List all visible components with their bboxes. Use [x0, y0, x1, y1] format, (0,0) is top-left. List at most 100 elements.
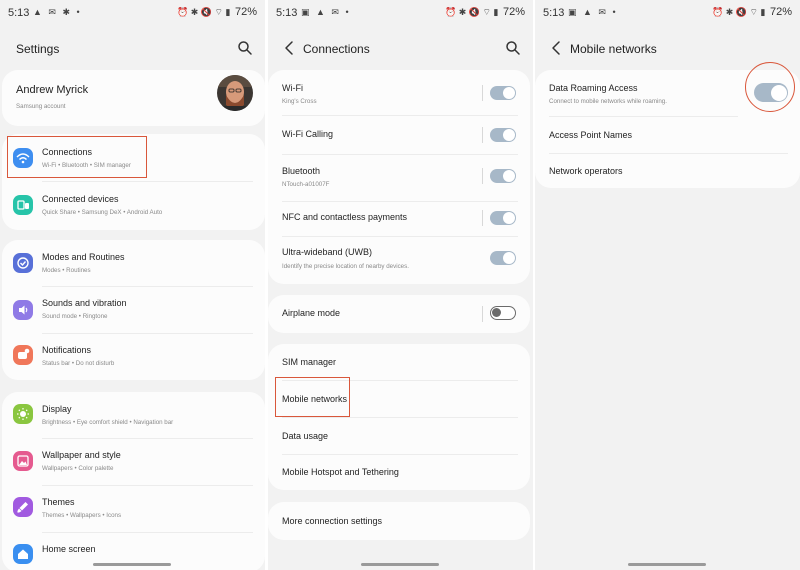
- settings-item-notifications[interactable]: Notifications Status bar • Do not distur…: [2, 334, 265, 380]
- profile-name: Andrew Myrick: [16, 84, 89, 96]
- battery-percent: 72%: [234, 6, 257, 18]
- separator: [482, 85, 483, 101]
- bluetooth-row[interactable]: Bluetooth NTouch-a01007F: [268, 155, 530, 201]
- wifi-row[interactable]: Wi-Fi King's Cross: [268, 70, 530, 116]
- settings-item-modes[interactable]: Modes and Routines Modes • Routines: [2, 240, 265, 286]
- item-label: Themes: [42, 497, 75, 507]
- notification-icons: ▣ ▲ ✉ •: [568, 7, 618, 17]
- card-networks: SIM manager Mobile networks Data usage M…: [268, 344, 530, 490]
- network-operators-row[interactable]: Network operators: [535, 154, 800, 188]
- item-label: More connection settings: [282, 516, 383, 526]
- item-sub: Sound mode • Ringtone: [42, 313, 108, 320]
- settings-item-connected-devices[interactable]: Connected devices Quick Share • Samsung …: [2, 182, 265, 230]
- item-label: Network operators: [549, 166, 623, 176]
- search-icon[interactable]: [505, 40, 521, 56]
- data-usage-row[interactable]: Data usage: [268, 418, 530, 454]
- mobile-networks-screen: 5:13 ▣ ▲ ✉ • ⏰ ✱ 🔇 ⌔ ▮ 72% Mobile networ…: [535, 0, 800, 570]
- item-label: Bluetooth: [282, 166, 321, 176]
- notification-icons: ▲ ✉ ✱ •: [33, 7, 82, 17]
- devices-icon: [13, 195, 33, 215]
- highlight-box: [7, 136, 147, 178]
- item-label: NFC and contactless payments: [282, 212, 408, 222]
- image-icon: [13, 451, 33, 471]
- page-title: Mobile networks: [570, 42, 657, 56]
- airplane-toggle[interactable]: [490, 306, 516, 320]
- bluetooth-toggle[interactable]: [490, 169, 516, 183]
- page-title: Connections: [303, 42, 370, 56]
- item-sub: Brightness • Eye comfort shield • Naviga…: [42, 419, 174, 426]
- gesture-bar[interactable]: [361, 563, 439, 566]
- item-label: Wallpaper and style: [42, 450, 121, 460]
- status-time: 5:13: [8, 7, 30, 19]
- status-bar: 5:13 ▣ ▲ ✉ • ⏰ ✱ 🔇 ⌔ ▮ 72%: [535, 0, 800, 24]
- connections-screen: 5:13 ▣ ▲ ✉ • ⏰ ✱ 🔇 ⌔ ▮ 72% Connections W…: [268, 0, 533, 570]
- item-label: Home screen: [42, 544, 96, 554]
- nfc-row[interactable]: NFC and contactless payments: [268, 202, 530, 240]
- search-icon[interactable]: [237, 40, 253, 56]
- profile-card[interactable]: Andrew Myrick Samsung account: [2, 70, 265, 126]
- status-bar: 5:13 ▣ ▲ ✉ • ⏰ ✱ 🔇 ⌔ ▮ 72%: [268, 0, 533, 24]
- separator: [482, 210, 483, 226]
- item-label: Ultra-wideband (UWB): [282, 247, 373, 257]
- back-arrow-icon[interactable]: [282, 39, 298, 57]
- mobile-networks-header: Mobile networks: [535, 36, 800, 62]
- item-sub: Wallpapers • Color palette: [42, 465, 114, 472]
- apn-row[interactable]: Access Point Names: [535, 117, 800, 153]
- item-sub: NTouch-a01007F: [282, 181, 330, 188]
- highlight-circle: [745, 62, 795, 112]
- item-label: Data Roaming Access: [549, 83, 638, 93]
- avatar[interactable]: [217, 75, 253, 111]
- card-modes: Modes and Routines Modes • Routines Soun…: [2, 240, 265, 380]
- item-label: Wi-Fi: [282, 83, 303, 93]
- status-bar: 5:13 ▲ ✉ ✱ • ⏰ ✱ 🔇 ⌔ ▮ 72%: [0, 0, 265, 24]
- card-airplane: Airplane mode: [268, 295, 530, 333]
- card-more: More connection settings: [268, 502, 530, 540]
- item-sub: Status bar • Do not disturb: [42, 360, 115, 367]
- item-label: Connected devices: [42, 194, 119, 204]
- settings-header: Settings: [0, 36, 265, 62]
- home-icon: [13, 544, 33, 564]
- settings-item-wallpaper[interactable]: Wallpaper and style Wallpapers • Color p…: [2, 439, 265, 485]
- uwb-row[interactable]: Ultra-wideband (UWB) Identify the precis…: [268, 237, 530, 283]
- back-arrow-icon[interactable]: [549, 39, 565, 57]
- item-sub: Connect to mobile networks while roaming…: [549, 98, 667, 105]
- item-label: Wi-Fi Calling: [282, 129, 334, 139]
- separator: [482, 168, 483, 184]
- item-sub: Modes • Routines: [42, 267, 91, 274]
- wifi-calling-row[interactable]: Wi-Fi Calling: [268, 116, 530, 154]
- wifi-toggle[interactable]: [490, 86, 516, 100]
- settings-item-display[interactable]: Display Brightness • Eye comfort shield …: [2, 392, 265, 438]
- item-label: Data usage: [282, 431, 329, 441]
- brush-icon: [13, 497, 33, 517]
- more-settings-row[interactable]: More connection settings: [268, 502, 530, 540]
- notification-icons: ▣ ▲ ✉ •: [301, 7, 351, 17]
- item-label: Display: [42, 404, 72, 414]
- battery-percent: 72%: [502, 6, 525, 18]
- highlight-box: [275, 377, 350, 417]
- uwb-toggle[interactable]: [490, 251, 516, 265]
- item-label: Airplane mode: [282, 308, 341, 318]
- settings-item-themes[interactable]: Themes Themes • Wallpapers • Icons: [2, 486, 265, 532]
- item-label: Sounds and vibration: [42, 298, 127, 308]
- settings-item-sounds[interactable]: Sounds and vibration Sound mode • Ringto…: [2, 287, 265, 333]
- sim-manager-row[interactable]: SIM manager: [268, 344, 530, 380]
- nfc-toggle[interactable]: [490, 211, 516, 225]
- system-icons: ⏰ ✱ 🔇 ⌔ ▮ 72%: [445, 6, 525, 18]
- item-label: Mobile Hotspot and Tethering: [282, 467, 399, 477]
- separator: [482, 127, 483, 143]
- item-label: Modes and Routines: [42, 252, 125, 262]
- hotspot-row[interactable]: Mobile Hotspot and Tethering: [268, 455, 530, 490]
- gesture-bar[interactable]: [93, 563, 171, 566]
- system-icons: ⏰ ✱ 🔇 ⌔ ▮ 72%: [712, 6, 792, 18]
- airplane-row[interactable]: Airplane mode: [268, 295, 530, 333]
- item-label: SIM manager: [282, 357, 337, 367]
- status-time: 5:13: [543, 7, 565, 19]
- notification-icon: [13, 345, 33, 365]
- card-display: Display Brightness • Eye comfort shield …: [2, 392, 265, 570]
- checkmark-icon: [13, 253, 33, 273]
- gesture-bar[interactable]: [628, 563, 706, 566]
- wifi-calling-toggle[interactable]: [490, 128, 516, 142]
- item-label: Access Point Names: [549, 130, 633, 140]
- card-radios: Wi-Fi King's Cross Wi-Fi Calling Bluetoo…: [268, 70, 530, 284]
- separator: [482, 306, 483, 322]
